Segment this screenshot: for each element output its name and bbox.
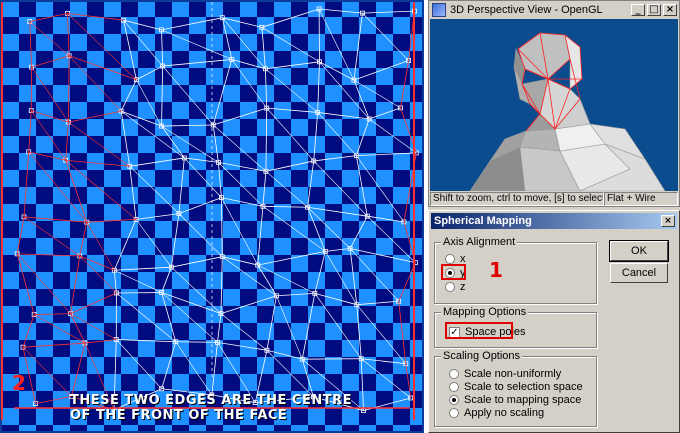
uv-editor-canvas[interactable]: 2 THESE TWO EDGES ARE THE CENTRE OF THE … (0, 0, 424, 433)
uv-annotation-caption: THESE TWO EDGES ARE THE CENTRE OF THE FR… (70, 393, 400, 423)
scaling-label: Scale to mapping space (464, 394, 582, 406)
spherical-mapping-dialog: Spherical Mapping × Axis Alignment x y z… (428, 210, 680, 433)
mapping-options-label: Mapping Options (441, 306, 529, 318)
uv-mesh-view (0, 0, 424, 433)
highlight-space-poles (445, 322, 513, 339)
axis-alignment-label: Axis Alignment (441, 236, 518, 248)
scaling-label: Scale non-uniformly (464, 368, 562, 380)
axis-option-z[interactable]: z (445, 281, 466, 293)
cancel-button[interactable]: Cancel (610, 263, 668, 283)
radio-button[interactable] (445, 282, 455, 292)
minimize-button[interactable]: _ (631, 3, 645, 16)
scaling-option-non-uniform[interactable]: Scale non-uniformly (449, 368, 561, 380)
close-button[interactable]: × (663, 3, 677, 16)
maximize-button[interactable]: □ (647, 3, 661, 16)
caption-line-1: THESE TWO EDGES ARE THE CENTRE (70, 393, 352, 408)
perspective-view-window: 3D Perspective View - OpenGL _ □ × Shift… (428, 0, 680, 207)
scaling-option-none[interactable]: Apply no scaling (449, 407, 544, 419)
radio-button[interactable] (449, 369, 459, 379)
caption-line-2: OF THE FRONT OF THE FACE (70, 408, 288, 423)
radio-button[interactable] (449, 382, 459, 392)
dialog-close-button[interactable]: × (661, 215, 675, 227)
window-app-icon (432, 2, 446, 17)
viewport-status-text: Shift to zoom, ctrl to move, [s] to sele… (430, 192, 604, 206)
scaling-label: Scale to selection space (464, 381, 583, 393)
radio-button[interactable] (449, 408, 459, 418)
head-model-render (469, 32, 666, 191)
scaling-options-group: Scaling Options Scale non-uniformly Scal… (434, 350, 597, 427)
render-mode-indicator[interactable]: Flat + Wire (604, 192, 678, 206)
axis-z-label: z (460, 281, 466, 293)
scaling-options-label: Scaling Options (441, 350, 523, 362)
3d-viewport[interactable] (430, 19, 678, 191)
annotation-number-1: 1 (489, 258, 503, 282)
ok-button[interactable]: OK (609, 240, 669, 262)
perspective-view-title: 3D Perspective View - OpenGL (450, 3, 603, 16)
scaling-option-selection[interactable]: Scale to selection space (449, 381, 583, 393)
annotation-number-2: 2 (12, 371, 26, 395)
highlight-axis-y (441, 264, 466, 280)
dialog-title: Spherical Mapping (434, 215, 532, 227)
scaling-label: Apply no scaling (464, 407, 545, 419)
scaling-option-mapping[interactable]: Scale to mapping space (449, 394, 581, 406)
perspective-view-titlebar[interactable]: 3D Perspective View - OpenGL _ □ × (429, 1, 679, 18)
radio-button-selected[interactable] (449, 395, 459, 405)
viewport-statusbar: Shift to zoom, ctrl to move, [s] to sele… (430, 192, 678, 206)
radio-button[interactable] (445, 254, 455, 264)
dialog-titlebar[interactable]: Spherical Mapping × (431, 213, 677, 229)
